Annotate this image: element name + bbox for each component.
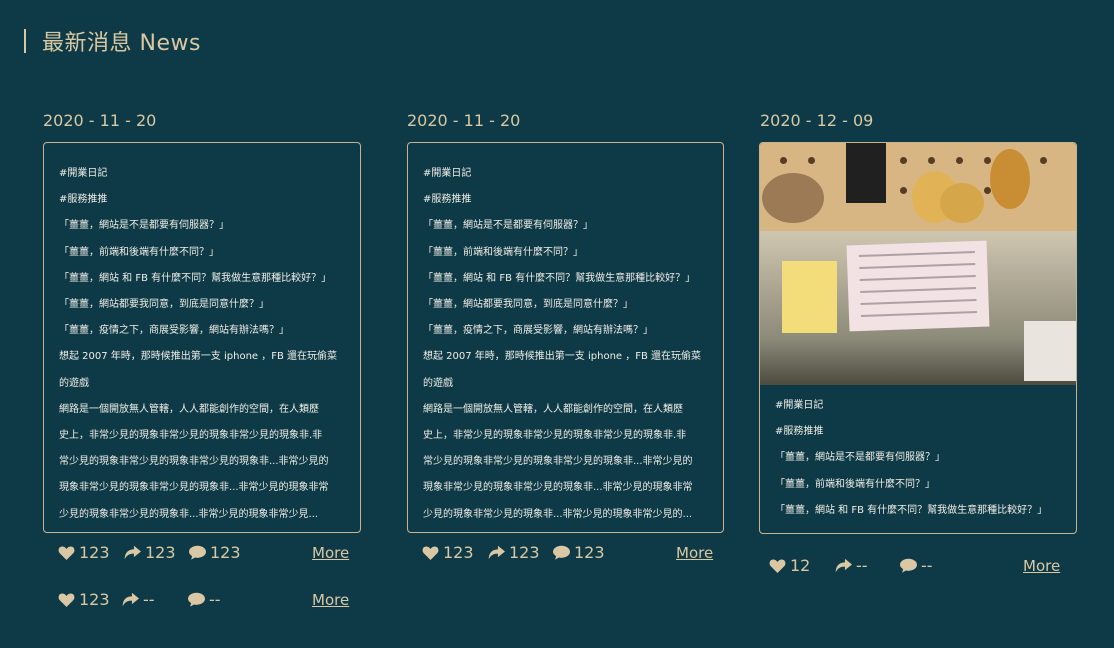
card-line: 史上，非常少見的現象非常少見的現象非常少見的現象非.非 (423, 430, 687, 442)
card-line: 「薑薑，前端和後端有什麼不同？」 (59, 246, 219, 258)
card-line: #服務推推 (775, 426, 824, 438)
comment-count: -- (209, 590, 221, 609)
comment-icon (900, 558, 917, 573)
card-line: 現象非常少見的現象非常少見的現象非...非常少見的現象非常 (423, 482, 693, 494)
like-stat[interactable]: 123 (58, 590, 110, 609)
comment-count: -- (921, 556, 933, 575)
more-link[interactable]: More (312, 544, 349, 562)
card-line: 「薑薑，網站都要我同意，到底是同意什麼？」 (59, 299, 269, 311)
card-line: 常少見的現象非常少見的現象非常少見的現象非...非常少見的 (423, 456, 693, 468)
card-line: 想起 2007 年時，那時候推出第一支 iphone ，FB 還在玩偷菜 (423, 351, 702, 363)
card-line: 少見的現象非常少見的現象非...非常少見的現象非常少見的... (423, 508, 693, 520)
share-stat[interactable]: 123 (488, 543, 540, 562)
like-count: 123 (79, 543, 110, 562)
comment-count: 123 (210, 543, 241, 562)
comment-icon (553, 545, 570, 560)
comment-icon (188, 592, 205, 607)
share-count: -- (143, 590, 155, 609)
card-line: 網路是一個開放無人管轄，人人都能創作的空間，在人類歷 (423, 403, 683, 415)
card-line: 「薑薑，疫情之下，商展受影響，網站有辦法嗎？」 (59, 325, 289, 337)
card-line: 「薑薑，網站是不是都要有伺服器？」 (59, 220, 229, 232)
card-line: 「薑薑，網站 和 FB 有什麼不同？幫我做生意那種比較好？」 (423, 272, 696, 284)
section-header: 最新消息 News (24, 28, 201, 56)
card-photo (760, 143, 1076, 385)
like-stat[interactable]: 12 (769, 556, 810, 575)
like-count: 12 (790, 556, 811, 575)
like-count: 123 (443, 543, 474, 562)
heart-icon (422, 546, 439, 560)
card-line: 網路是一個開放無人管轄，人人都能創作的空間，在人類歷 (59, 403, 319, 415)
card-1-text: #開業日記 #服務推推 「薑薑，網站是不是都要有伺服器？」 「薑薑，前端和後端有… (44, 143, 360, 528)
card-1-date: 2020 - 11 - 20 (43, 111, 157, 130)
share-count: -- (856, 556, 868, 575)
like-stat[interactable]: 123 (422, 543, 474, 562)
card-line: 現象非常少見的現象非常少見的現象非...非常少見的現象非常 (59, 482, 329, 494)
card-line: 「薑薑，網站是不是都要有伺服器？」 (775, 452, 945, 464)
share-stat[interactable]: 123 (124, 543, 176, 562)
share-icon (124, 545, 141, 560)
card-3-text: #開業日記 #服務推推 「薑薑，網站是不是都要有伺服器？」 「薑薑，前端和後端有… (760, 385, 1076, 524)
card-2-date: 2020 - 11 - 20 (407, 111, 521, 130)
card-line: 的遊戲 (59, 377, 89, 389)
like-stat[interactable]: 123 (58, 543, 110, 562)
heart-icon (769, 559, 786, 573)
like-count: 123 (79, 590, 110, 609)
card-line: 史上，非常少見的現象非常少見的現象非常少見的現象非.非 (59, 430, 323, 442)
comment-stat[interactable]: 123 (553, 543, 605, 562)
card-line: #開業日記 (423, 168, 472, 179)
card-line: 「薑薑，前端和後端有什麼不同？」 (423, 246, 583, 258)
news-card-2[interactable]: #開業日記 #服務推推 「薑薑，網站是不是都要有伺服器？」 「薑薑，前端和後端有… (407, 142, 724, 533)
comment-stat[interactable]: -- (188, 590, 221, 609)
comment-icon (189, 545, 206, 560)
news-card-1[interactable]: #開業日記 #服務推推 「薑薑，網站是不是都要有伺服器？」 「薑薑，前端和後端有… (43, 142, 361, 533)
comment-count: 123 (574, 543, 605, 562)
more-link[interactable]: More (676, 544, 713, 562)
card-line: #開業日記 (775, 400, 824, 411)
card-line: 「薑薑，前端和後端有什麼不同？」 (775, 478, 935, 490)
card-line: 少見的現象非常少見的現象非...非常少見的現象非常少見... (59, 508, 319, 520)
card-line: 想起 2007 年時，那時候推出第一支 iphone ，FB 還在玩偷菜 (59, 351, 338, 363)
share-icon (835, 558, 852, 573)
share-count: 123 (145, 543, 176, 562)
card-2-text: #開業日記 #服務推推 「薑薑，網站是不是都要有伺服器？」 「薑薑，前端和後端有… (408, 143, 723, 528)
news-card-3[interactable]: #開業日記 #服務推推 「薑薑，網站是不是都要有伺服器？」 「薑薑，前端和後端有… (759, 142, 1077, 534)
card-3-date: 2020 - 12 - 09 (760, 111, 874, 130)
share-stat[interactable]: -- (122, 590, 155, 609)
more-link[interactable]: More (312, 591, 349, 609)
card-line: #開業日記 (59, 168, 108, 179)
card-line: 的遊戲 (423, 377, 453, 389)
header-accent-bar (24, 29, 26, 53)
comment-stat[interactable]: 123 (189, 543, 241, 562)
share-icon (488, 545, 505, 560)
heart-icon (58, 546, 75, 560)
more-link[interactable]: More (1023, 557, 1060, 575)
card-line: 「薑薑，網站是不是都要有伺服器？」 (423, 220, 593, 232)
card-line: 常少見的現象非常少見的現象非常少見的現象非...非常少見的 (59, 456, 329, 468)
card-line: #服務推推 (59, 194, 108, 206)
comment-stat[interactable]: -- (900, 556, 933, 575)
card-line: #服務推推 (423, 194, 472, 206)
card-line: 「薑薑，網站都要我同意，到底是同意什麼？」 (423, 299, 633, 311)
section-title: 最新消息 News (42, 31, 201, 56)
card-line: 「薑薑，網站 和 FB 有什麼不同？幫我做生意那種比較好？」 (59, 272, 332, 284)
card-line: 「薑薑，網站 和 FB 有什麼不同？幫我做生意那種比較好？」 (775, 504, 1048, 516)
share-icon (122, 592, 139, 607)
heart-icon (58, 593, 75, 607)
card-line: 「薑薑，疫情之下，商展受影響，網站有辦法嗎？」 (423, 325, 653, 337)
share-count: 123 (509, 543, 540, 562)
share-stat[interactable]: -- (835, 556, 868, 575)
